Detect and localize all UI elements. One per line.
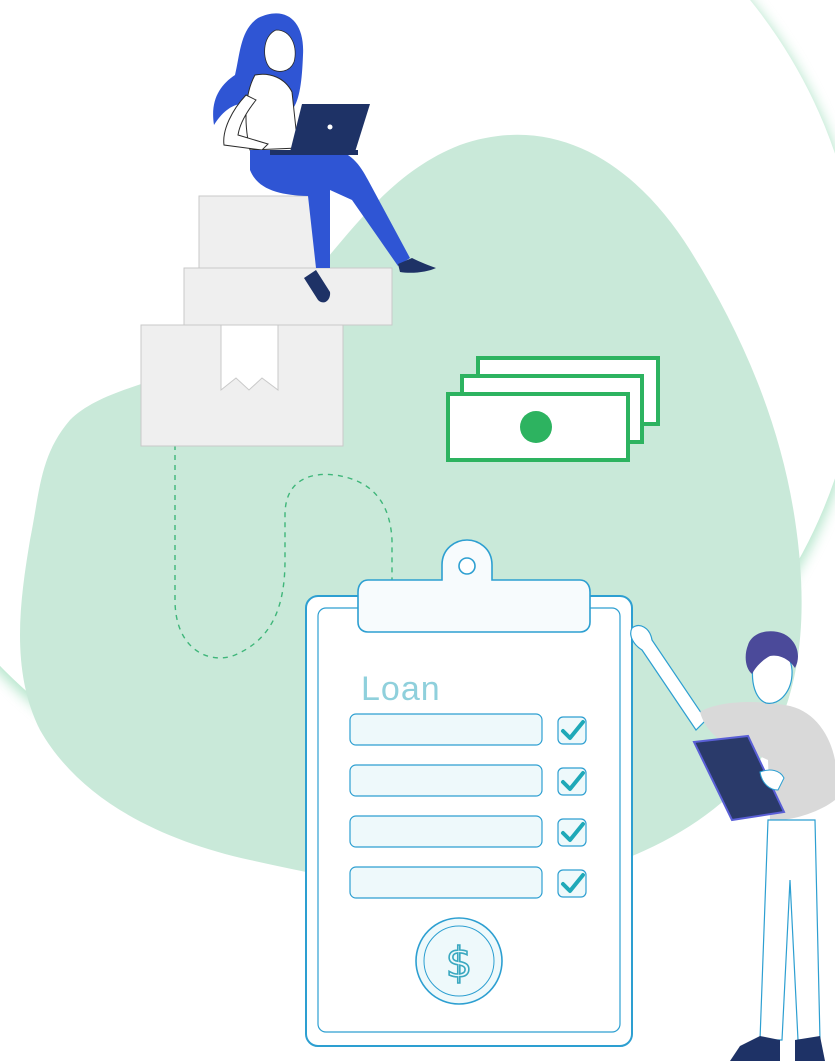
box-label-ribbon: [220, 324, 279, 392]
loan-illustration: Loan $: [0, 0, 835, 1061]
box-icon: [198, 195, 327, 269]
clipboard-icon: Loan $: [305, 539, 633, 1047]
banknote-icon: [446, 356, 660, 462]
coin-symbol: $: [446, 938, 473, 987]
loan-title: Loan: [361, 670, 441, 708]
dollar-icon: $: [415, 917, 503, 1005]
